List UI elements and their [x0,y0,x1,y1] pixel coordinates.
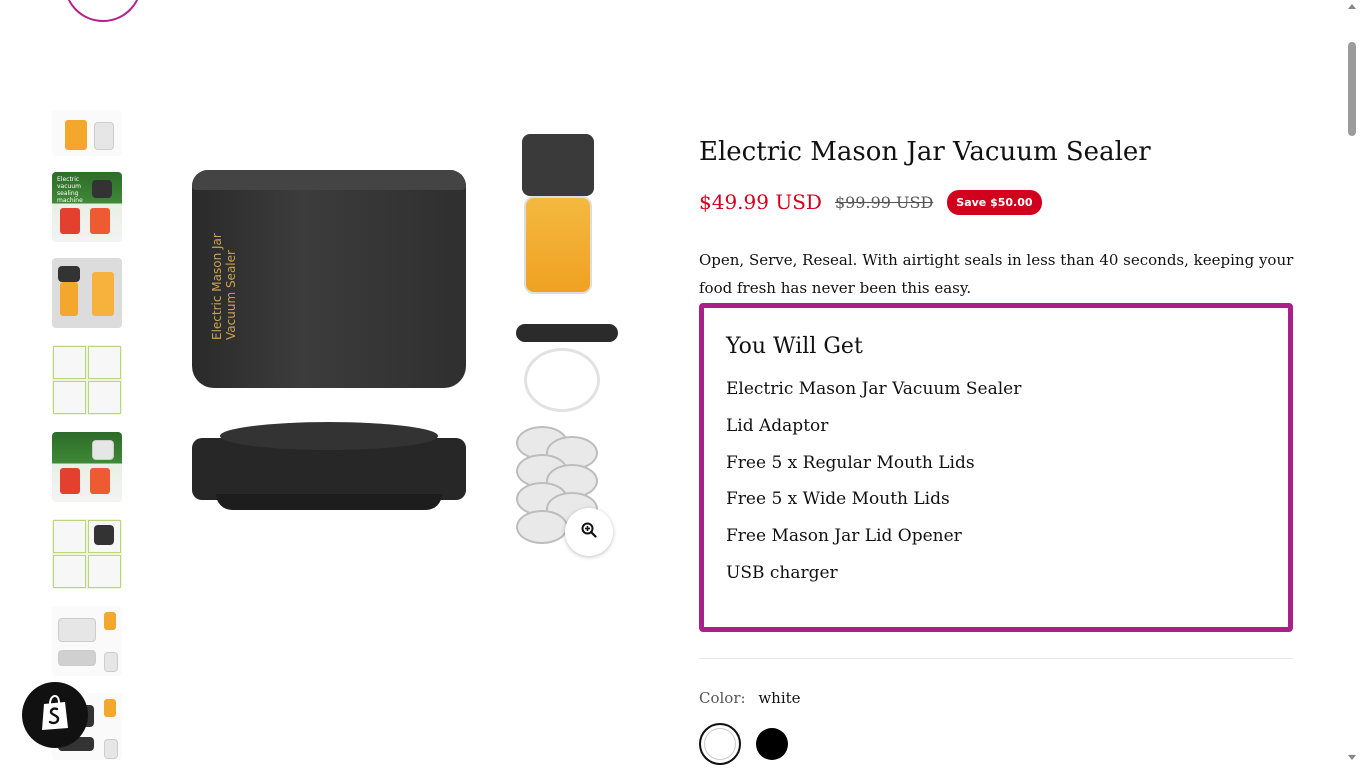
main-product-image[interactable]: Electric Mason Jar Vacuum Sealer [180,120,640,560]
jar-cap-image [522,134,594,196]
product-title: Electric Mason Jar Vacuum Sealer [699,137,1151,167]
scroll-down-arrow-icon[interactable] [1348,755,1356,760]
color-swatch-black[interactable] [756,728,788,760]
list-item: Free 5 x Wide Mouth Lids [726,489,950,510]
save-badge: Save $50.00 [947,189,1042,215]
color-selected-value: white [758,689,801,707]
thumbnail-5[interactable] [52,432,122,502]
you-will-get-list: Electric Mason Jar Vacuum Sealer Lid Ada… [726,379,1266,583]
you-will-get-title: You Will Get [726,334,863,359]
zoom-in-icon [581,522,597,542]
color-option-label: Color: white [699,688,801,708]
thumbnail-caption: Electric vacuum sealing machine [57,176,83,204]
shopify-badge-button[interactable] [22,682,88,748]
zoom-button[interactable] [565,508,613,556]
shopify-bag-icon [38,694,72,736]
list-item: Free Mason Jar Lid Opener [726,526,962,547]
scroll-up-arrow-icon[interactable] [1348,4,1356,9]
usb-cable-image [524,348,600,412]
scrollbar-thumb[interactable] [1348,42,1356,136]
divider [699,658,1293,659]
product-description: Open, Serve, Reseal. With airtight seals… [699,251,1294,297]
price-row: $49.99 USD $99.99 USD Save $50.00 [699,188,1042,216]
page-scrollbar[interactable] [1344,0,1360,768]
product-image-label: Electric Mason Jar Vacuum Sealer [210,233,238,340]
thumbnail-7[interactable] [52,606,122,676]
brand-logo[interactable] [64,0,142,22]
lid-opener-image [516,324,618,342]
list-item: Lid Adaptor [726,415,829,436]
thumbnail-2[interactable]: Electric vacuum sealing machine [52,172,122,242]
thumbnail-1[interactable] [52,110,122,156]
list-item: Free 5 x Regular Mouth Lids [726,452,975,473]
list-item: USB charger [726,562,838,583]
color-label: Color: [699,689,746,707]
sealer-rim [192,170,466,190]
thumbnail-3[interactable] [52,258,122,328]
list-item: Electric Mason Jar Vacuum Sealer [726,379,1022,399]
jar-image [524,196,592,294]
thumbnail-4[interactable] [52,345,122,415]
sale-price: $49.99 USD [699,190,822,214]
you-will-get-box: You Will Get Electric Mason Jar Vacuum S… [699,303,1293,632]
sealer-base-image [192,422,466,510]
thumbnail-6[interactable] [52,519,122,589]
color-swatch-white[interactable] [699,723,741,765]
compare-price: $99.99 USD [834,192,934,212]
